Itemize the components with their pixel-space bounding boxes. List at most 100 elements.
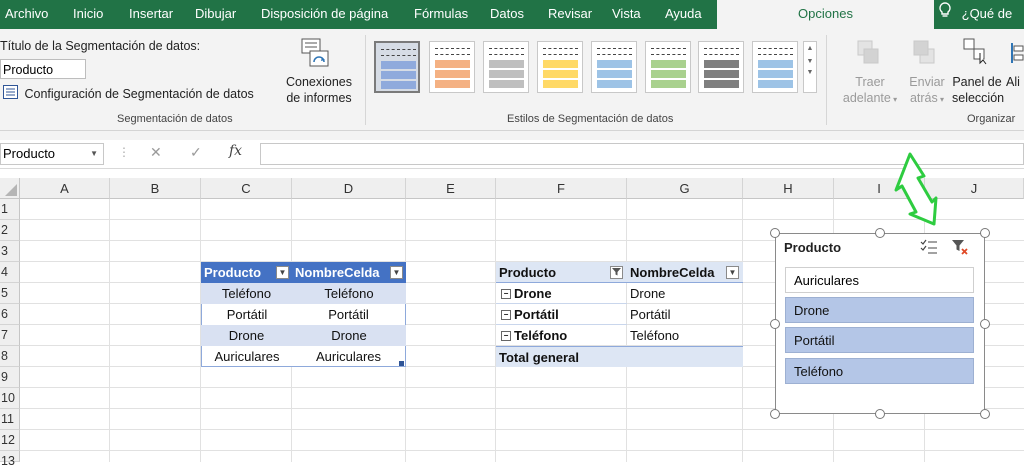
- table-resize-handle[interactable]: [399, 361, 404, 366]
- tab-dibujar[interactable]: Dibujar: [195, 0, 236, 29]
- filter-active-icon[interactable]: [610, 266, 623, 279]
- slicer-style-3[interactable]: [483, 41, 529, 93]
- table-cell[interactable]: Portátil: [201, 304, 292, 325]
- slicer-style-4[interactable]: [537, 41, 583, 93]
- resize-handle[interactable]: [770, 319, 780, 329]
- insert-function-icon[interactable]: fx: [229, 143, 242, 159]
- tab-disposicion-de-pagina[interactable]: Disposición de página: [261, 0, 388, 29]
- column-header-h[interactable]: H: [743, 178, 834, 199]
- collapse-icon[interactable]: −: [501, 309, 511, 320]
- table-cell[interactable]: Portátil: [292, 304, 406, 325]
- column-header-e[interactable]: E: [406, 178, 496, 199]
- filter-dropdown-icon[interactable]: ▼: [726, 266, 739, 279]
- pivot-header-nombrecelda[interactable]: NombreCelda ▼: [627, 262, 743, 283]
- slicer-caption-input[interactable]: Producto: [0, 59, 86, 79]
- row-header-5[interactable]: 5: [0, 283, 20, 304]
- filter-dropdown-icon[interactable]: ▼: [390, 266, 403, 279]
- column-header-f[interactable]: F: [496, 178, 627, 199]
- resize-handle[interactable]: [770, 409, 780, 419]
- row-header-8[interactable]: 8: [0, 346, 20, 367]
- resize-handle[interactable]: [875, 409, 885, 419]
- enter-icon[interactable]: ✓: [190, 144, 202, 161]
- row-header-1[interactable]: 1: [0, 199, 20, 220]
- clear-filter-icon[interactable]: [951, 238, 969, 261]
- row-header-10[interactable]: 10: [0, 388, 20, 409]
- row-header-11[interactable]: 11: [0, 409, 20, 430]
- name-box[interactable]: Producto ▼: [0, 143, 104, 165]
- slicer-item-telefono[interactable]: Teléfono: [785, 358, 974, 384]
- chevron-down-icon[interactable]: ▼: [804, 58, 816, 65]
- tell-me-search[interactable]: ¿Qué de: [938, 0, 1012, 29]
- tab-datos[interactable]: Datos: [490, 0, 524, 29]
- pivot-row-value[interactable]: Drone: [627, 283, 743, 304]
- slicer-settings-button[interactable]: Configuración de Segmentación de datos: [3, 85, 254, 102]
- row-header-7[interactable]: 7: [0, 325, 20, 346]
- pivot-header-producto[interactable]: Producto: [496, 262, 627, 283]
- chevron-down-icon[interactable]: ▼: [90, 144, 98, 164]
- row-header-2[interactable]: 2: [0, 220, 20, 241]
- drag-handle-icon[interactable]: ⋮: [118, 145, 130, 159]
- tab-formulas[interactable]: Fórmulas: [414, 0, 468, 29]
- multi-select-icon[interactable]: [920, 239, 938, 260]
- collapse-icon[interactable]: −: [501, 288, 511, 299]
- table-cell[interactable]: Auriculares: [292, 346, 406, 367]
- tab-insertar[interactable]: Insertar: [129, 0, 173, 29]
- slicer-style-1[interactable]: [374, 41, 420, 93]
- column-header-c[interactable]: C: [201, 178, 292, 199]
- tab-revisar[interactable]: Revisar: [548, 0, 592, 29]
- bring-forward-button[interactable]: Traer adelante ▾: [840, 75, 900, 105]
- tab-vista[interactable]: Vista: [612, 0, 641, 29]
- filter-dropdown-icon[interactable]: ▼: [276, 266, 289, 279]
- column-header-a[interactable]: A: [20, 178, 110, 199]
- tab-ayuda[interactable]: Ayuda: [665, 0, 702, 29]
- align-button[interactable]: Ali: [1006, 75, 1020, 89]
- pivot-row-value[interactable]: Portátil: [627, 304, 743, 325]
- pivot-row-label[interactable]: − Drone: [496, 283, 627, 304]
- slicer-style-7[interactable]: [698, 41, 744, 93]
- pivot-row-label[interactable]: − Portátil: [496, 304, 627, 325]
- resize-handle[interactable]: [980, 409, 990, 419]
- slicer-item-drone[interactable]: Drone: [785, 297, 974, 323]
- column-header-g[interactable]: G: [627, 178, 743, 199]
- column-header-d[interactable]: D: [292, 178, 406, 199]
- table-header-producto[interactable]: Producto ▼: [201, 262, 292, 283]
- table-cell[interactable]: Auriculares: [201, 346, 292, 367]
- slicer-style-6[interactable]: [645, 41, 691, 93]
- selection-pane-button[interactable]: Panel de selección: [952, 75, 1004, 105]
- row-header-4[interactable]: 4: [0, 262, 20, 283]
- select-all-corner[interactable]: [0, 178, 20, 199]
- collapse-icon[interactable]: −: [501, 330, 511, 341]
- cancel-icon[interactable]: ✕: [150, 144, 162, 161]
- row-header-9[interactable]: 9: [0, 367, 20, 388]
- pivot-row-label[interactable]: − Teléfono: [496, 325, 627, 346]
- send-backward-button[interactable]: Enviar atrás ▾: [904, 75, 950, 105]
- table-cell[interactable]: Drone: [292, 325, 406, 346]
- slicer-item-portatil[interactable]: Portátil: [785, 327, 974, 353]
- table-cell[interactable]: Drone: [201, 325, 292, 346]
- slicer-style-5[interactable]: [591, 41, 637, 93]
- row-header-3[interactable]: 3: [0, 241, 20, 262]
- table-cell[interactable]: Teléfono: [292, 283, 406, 304]
- slicer-producto[interactable]: Producto Auriculares Drone Portátil Telé…: [775, 233, 985, 414]
- table-cell[interactable]: Teléfono: [201, 283, 292, 304]
- chevron-up-icon[interactable]: ▲: [804, 45, 816, 52]
- resize-handle[interactable]: [980, 228, 990, 238]
- resize-handle[interactable]: [770, 228, 780, 238]
- pivot-grand-total[interactable]: Total general: [496, 346, 743, 367]
- row-header-6[interactable]: 6: [0, 304, 20, 325]
- tab-opciones[interactable]: Opciones: [717, 0, 934, 29]
- report-connections-button[interactable]: Conexiones de informes: [284, 75, 354, 105]
- slicer-style-8[interactable]: [752, 41, 798, 93]
- tab-inicio[interactable]: Inicio: [73, 0, 103, 29]
- row-header-12[interactable]: 12: [0, 430, 20, 451]
- gallery-more-icon[interactable]: ▼: [804, 69, 816, 76]
- resize-handle[interactable]: [980, 319, 990, 329]
- slicer-item-auriculares[interactable]: Auriculares: [785, 267, 974, 293]
- styles-gallery-scroll[interactable]: ▲ ▼ ▼: [803, 41, 817, 93]
- slicer-style-2[interactable]: [429, 41, 475, 93]
- tab-archivo[interactable]: Archivo: [5, 0, 48, 29]
- table-header-nombrecelda[interactable]: NombreCelda ▼: [292, 262, 406, 283]
- pivot-row-value[interactable]: Teléfono: [627, 325, 743, 346]
- row-header-13[interactable]: 13: [0, 451, 20, 468]
- column-header-b[interactable]: B: [110, 178, 201, 199]
